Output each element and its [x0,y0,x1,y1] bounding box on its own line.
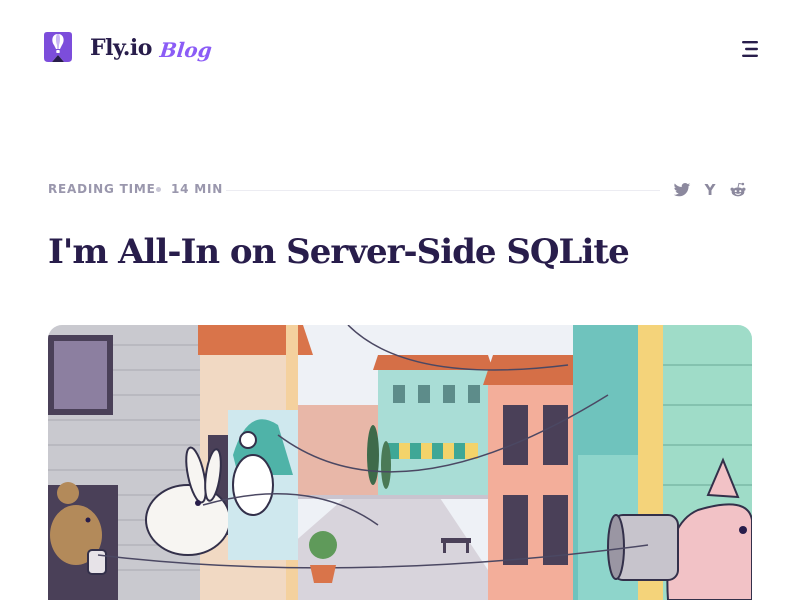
article-title: I'm All-In on Server-Side SQLite [48,232,630,272]
blog-label: Blog [158,38,214,62]
street-illustration [48,325,752,600]
reading-time-label: READING TIME [48,182,156,196]
hacker-news-icon[interactable]: Y [700,181,720,199]
article-meta: READING TIME 14 MIN Y [48,180,752,200]
hero-image [48,325,752,600]
hamburger-menu-icon[interactable] [738,38,762,60]
reading-time-value: 14 MIN [171,182,224,196]
fly-balloon-icon [44,32,72,62]
logo-link[interactable]: Fly.io Blog [40,30,214,66]
twitter-icon[interactable] [672,181,692,199]
page: Fly.io Blog READING TIME 14 MIN Y I'm Al… [0,0,800,600]
divider-line [226,190,660,191]
site-header: Fly.io Blog [0,0,800,96]
separator-dot [156,187,161,192]
brand-name: Fly.io [90,35,152,61]
reddit-icon[interactable] [728,181,748,199]
